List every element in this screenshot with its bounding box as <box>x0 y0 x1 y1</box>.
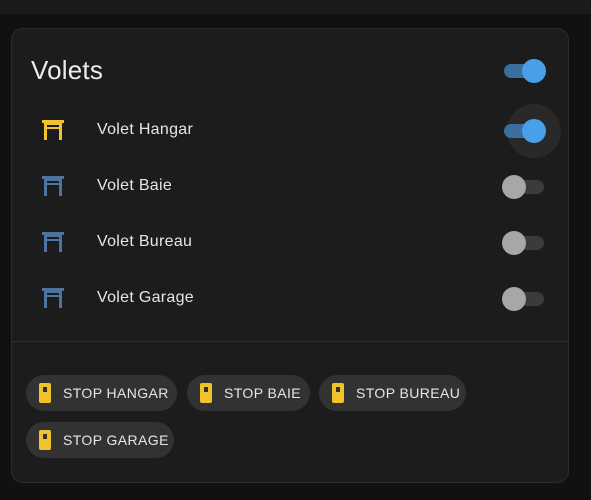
volet-baie-toggle[interactable] <box>502 175 546 199</box>
master-toggle[interactable] <box>502 59 546 83</box>
toggle-thumb <box>502 231 526 255</box>
card-title: Volets <box>31 55 104 85</box>
stop-remote-icon <box>39 383 51 403</box>
chip-label: STOP BUREAU <box>356 385 461 401</box>
entity-row-volet-baie[interactable]: Volet Baie <box>12 159 570 215</box>
volets-card: Volets Volet Hangar Volet Baie Volet Bur… <box>11 28 569 483</box>
toggle-thumb <box>522 59 546 83</box>
entity-row-volet-bureau[interactable]: Volet Bureau <box>12 215 570 271</box>
stop-remote-icon <box>200 383 212 403</box>
stop-garage-button[interactable]: STOP GARAGE <box>26 422 174 458</box>
stop-baie-button[interactable]: STOP BAIE <box>187 375 310 411</box>
chip-label: STOP HANGAR <box>63 385 169 401</box>
shutter-icon <box>42 120 64 140</box>
divider <box>12 341 568 342</box>
shutter-icon <box>42 176 64 196</box>
toggle-thumb <box>522 119 546 143</box>
entity-row-label: Volet Hangar <box>97 121 194 138</box>
top-bar <box>0 0 591 14</box>
stop-remote-icon <box>39 430 51 450</box>
shutter-icon <box>42 288 64 308</box>
stop-bureau-button[interactable]: STOP BUREAU <box>319 375 466 411</box>
entity-row-volet-garage[interactable]: Volet Garage <box>12 271 570 327</box>
volet-garage-toggle[interactable] <box>502 287 546 311</box>
volet-hangar-toggle[interactable] <box>502 119 546 143</box>
chip-label: STOP GARAGE <box>63 432 169 448</box>
toggle-thumb <box>502 287 526 311</box>
stop-hangar-button[interactable]: STOP HANGAR <box>26 375 177 411</box>
entity-row-label: Volet Bureau <box>97 233 193 250</box>
volet-bureau-toggle[interactable] <box>502 231 546 255</box>
chip-label: STOP BAIE <box>224 385 302 401</box>
toggle-thumb <box>502 175 526 199</box>
entity-row-label: Volet Garage <box>97 289 194 306</box>
entity-row-volet-hangar[interactable]: Volet Hangar <box>12 103 570 159</box>
stop-remote-icon <box>332 383 344 403</box>
shutter-icon <box>42 232 64 252</box>
entity-row-label: Volet Baie <box>97 177 173 194</box>
